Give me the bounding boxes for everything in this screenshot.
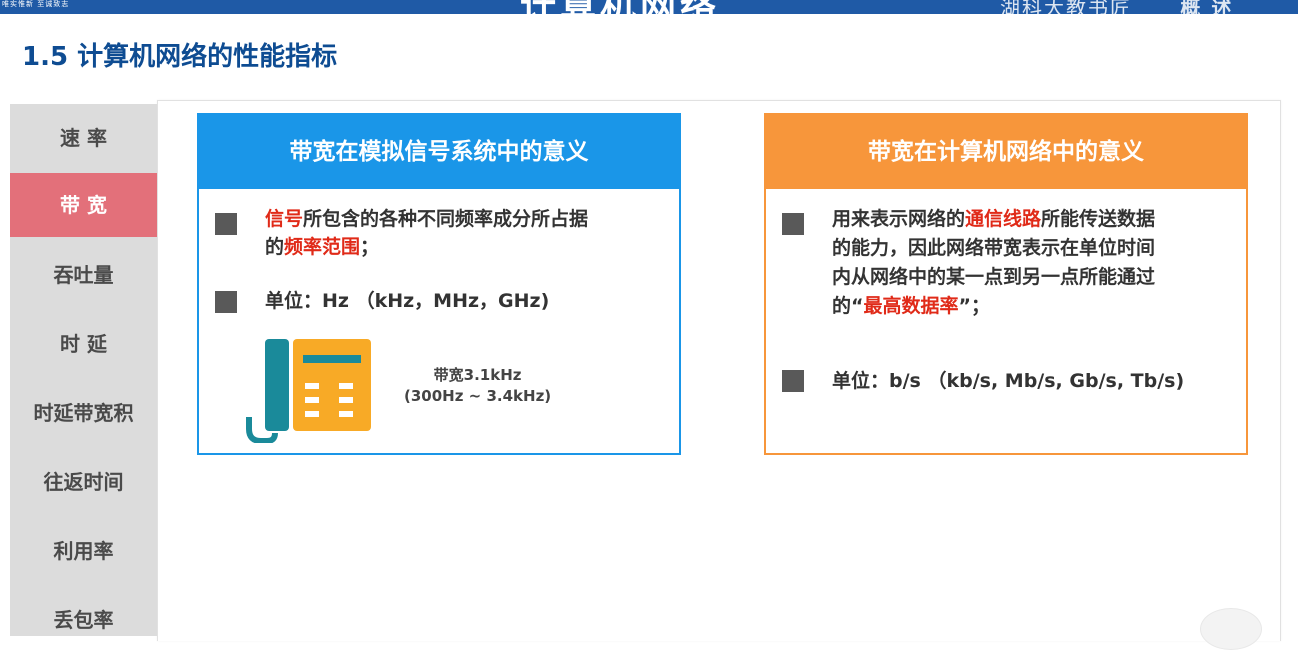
bandwidth-caption: 带宽3.1kHz (300Hz ~ 3.4kHz) bbox=[404, 365, 551, 407]
network-card-title: 带宽在计算机网络中的意义 bbox=[766, 115, 1246, 189]
bullet-square-icon bbox=[782, 370, 804, 392]
analog-unit-text: 单位：Hz （kHz，MHz，GHz) bbox=[265, 290, 550, 312]
network-bandwidth-card: 带宽在计算机网络中的意义 用来表示网络的通信线路所能传送数据 的能力，因此网络带… bbox=[764, 113, 1248, 455]
sidebar-item-delay[interactable]: 时 延 bbox=[10, 318, 157, 370]
bandwidth-caption-line2: (300Hz ~ 3.4kHz) bbox=[404, 387, 552, 405]
telephone-icon bbox=[246, 339, 371, 443]
sidebar-item-packet-loss[interactable]: 丢包率 bbox=[10, 594, 157, 646]
network-bullet-1-line3: 内从网络中的某一点到另一点所能通过 bbox=[832, 266, 1156, 288]
sidebar: 速 率 带 宽 吞吐量 时 延 时延带宽积 往返时间 利用率 丢包率 bbox=[10, 104, 157, 636]
frequency-range-highlight: 频率范围 bbox=[284, 236, 361, 258]
banner-chapter: 概 述 bbox=[1180, 0, 1234, 14]
top-banner: 唯实惟新 至诚致志 计算机网络 湖科大教书匠 概 述 bbox=[0, 0, 1298, 14]
analog-bandwidth-card: 带宽在模拟信号系统中的意义 信号所包含的各种不同频率成分所占据 的频率范围； 单… bbox=[197, 113, 681, 455]
signal-highlight: 信号 bbox=[265, 208, 304, 230]
sidebar-item-rate[interactable]: 速 率 bbox=[10, 112, 157, 164]
network-bullet-1-line1-post: 所能传送数据 bbox=[1041, 208, 1156, 230]
banner-right: 湖科大教书匠 概 述 bbox=[1000, 0, 1233, 14]
bandwidth-caption-line1: 带宽3.1kHz bbox=[433, 366, 522, 384]
sidebar-item-throughput[interactable]: 吞吐量 bbox=[10, 249, 157, 301]
banner-institution: 湖科大教书匠 bbox=[1000, 0, 1132, 14]
network-bullet-1: 用来表示网络的通信线路所能传送数据 的能力，因此网络带宽表示在单位时间 内从网络… bbox=[832, 205, 1246, 321]
banner-title: 计算机网络 bbox=[520, 0, 720, 14]
decorative-blob bbox=[1200, 608, 1262, 650]
sidebar-item-bandwidth[interactable]: 带 宽 bbox=[10, 173, 157, 237]
network-bullet-1-line4-post: ”； bbox=[958, 295, 991, 317]
bullet-square-icon bbox=[215, 291, 237, 313]
analog-bullet-1-line1: 所包含的各种不同频率成分所占据 bbox=[303, 208, 589, 230]
network-bullet-1-line4-pre: 的“ bbox=[832, 295, 864, 317]
bullet-square-icon bbox=[215, 213, 237, 235]
banner-motto: 唯实惟新 至诚致志 bbox=[2, 0, 70, 8]
communication-line-highlight: 通信线路 bbox=[965, 208, 1042, 230]
page-title: 1.5 计算机网络的性能指标 bbox=[22, 42, 338, 72]
analog-bullet-1-line2-post: ； bbox=[360, 236, 380, 258]
network-bullet-1-line2: 的能力，因此网络带宽表示在单位时间 bbox=[832, 237, 1156, 259]
bullet-square-icon bbox=[782, 213, 804, 235]
sidebar-item-utilization[interactable]: 利用率 bbox=[10, 525, 157, 577]
network-unit-text: 单位：b/s （kb/s, Mb/s, Gb/s, Tb/s) bbox=[832, 370, 1185, 392]
analog-card-title: 带宽在模拟信号系统中的意义 bbox=[199, 115, 679, 189]
analog-bullet-1-line2-pre: 的 bbox=[265, 236, 285, 258]
max-data-rate-highlight: 最高数据率 bbox=[863, 295, 959, 317]
analog-bullet-1: 信号所包含的各种不同频率成分所占据 的频率范围； bbox=[265, 205, 675, 261]
sidebar-item-rtt[interactable]: 往返时间 bbox=[10, 456, 157, 508]
network-bullet-1-line1-pre: 用来表示网络的 bbox=[832, 208, 966, 230]
sidebar-item-delay-bandwidth-product[interactable]: 时延带宽积 bbox=[10, 387, 157, 439]
